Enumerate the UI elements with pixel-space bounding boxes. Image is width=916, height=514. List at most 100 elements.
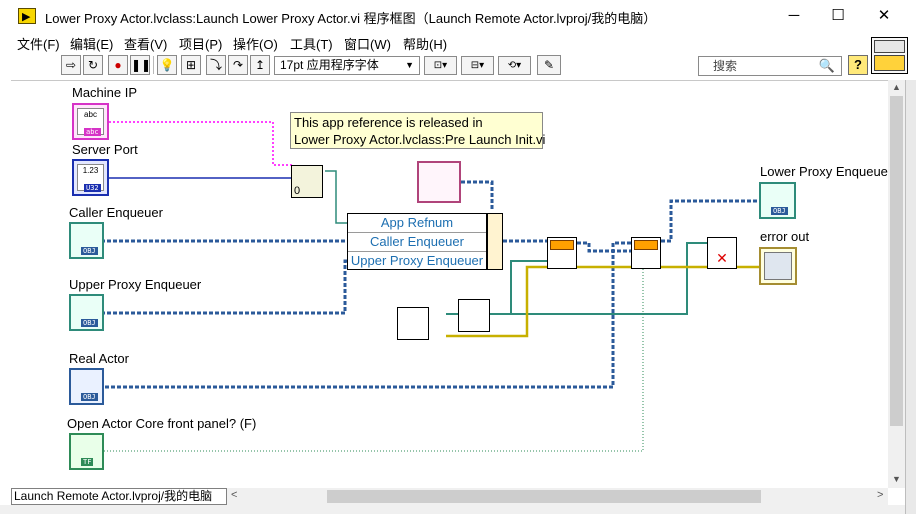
menu-bar: 文件(F) 编辑(E) 查看(V) 项目(P) 操作(O) 工具(T) 窗口(W… xyxy=(0,32,870,52)
step-into-icon[interactable]: ⤵ xyxy=(206,55,226,75)
string-glyph-text: abc xyxy=(84,110,97,119)
object-tag: OBJ xyxy=(81,393,98,401)
menu-view[interactable]: 查看(V) xyxy=(124,34,167,53)
window-bottom-border xyxy=(0,505,905,514)
font-select[interactable]: 17pt 应用程序字体 ▼ xyxy=(274,56,420,75)
cluster-constant[interactable] xyxy=(417,161,461,203)
search-input[interactable]: 搜索 🔍 xyxy=(698,56,842,76)
pause-icon[interactable]: ❚❚ xyxy=(130,55,151,75)
context-help-button[interactable]: ? xyxy=(848,55,868,75)
obtain-queue-node[interactable] xyxy=(397,307,429,340)
note-line-2: Lower Proxy Actor.lvclass:Pre Launch Ini… xyxy=(294,132,546,147)
font-select-value: 17pt 应用程序字体 xyxy=(280,58,379,72)
lower-proxy-enqueuer-indicator[interactable]: OBJ xyxy=(759,182,796,219)
open-front-panel-label: Open Actor Core front panel? (F) xyxy=(67,416,257,431)
vertical-scroll-thumb[interactable] xyxy=(890,96,903,426)
vi-icon xyxy=(871,37,908,74)
menu-edit[interactable]: 编辑(E) xyxy=(70,34,113,53)
bundle-field-caller-enqueuer: Caller Enqueuer xyxy=(348,233,486,252)
comment-note: This app reference is released in Lower … xyxy=(290,112,546,149)
menu-window[interactable]: 窗口(W) xyxy=(344,34,391,53)
reorder-dropdown[interactable]: ⟲▾ xyxy=(498,56,531,75)
real-actor-terminal[interactable]: OBJ xyxy=(69,368,104,405)
highlight-execution-icon[interactable]: 💡 xyxy=(157,55,177,75)
menu-help[interactable]: 帮助(H) xyxy=(403,34,447,53)
cluster-constant-wire xyxy=(461,180,494,211)
merge-errors-node[interactable]: ✕ xyxy=(707,237,737,269)
server-port-label: Server Port xyxy=(72,142,138,157)
step-out-icon[interactable]: ↥ xyxy=(250,55,270,75)
run-continuously-icon[interactable]: ↻ xyxy=(83,55,103,75)
menu-tools[interactable]: 工具(T) xyxy=(290,34,333,53)
object-tag: OBJ xyxy=(81,319,98,327)
vertical-scrollbar[interactable]: ▲ ▼ xyxy=(888,80,905,488)
labview-app-icon: ▶ xyxy=(18,8,36,24)
chevron-down-icon: ▼ xyxy=(405,60,414,70)
window-title: Lower Proxy Actor.lvclass:Launch Lower P… xyxy=(45,11,657,26)
machine-ip-label: Machine IP xyxy=(72,85,138,100)
toolbar-separator xyxy=(153,56,154,74)
machine-ip-terminal[interactable]: abc abc xyxy=(72,103,109,140)
clean-up-diagram-icon[interactable]: ✎ xyxy=(537,55,561,75)
vi-icon-banner xyxy=(874,40,905,53)
open-application-reference-node[interactable]: 0 xyxy=(291,165,323,198)
status-bar: Launch Remote Actor.lvproj/我的电脑 < > xyxy=(11,488,888,505)
block-diagram[interactable]: Machine IP abc abc Server Port 1.23 U32 … xyxy=(11,80,888,488)
numeric-glyph-text: 1.23 xyxy=(82,166,99,175)
search-icon: 🔍 xyxy=(818,58,835,73)
horizontal-scroll-thumb[interactable] xyxy=(327,490,761,503)
error-out-label: error out xyxy=(760,229,810,244)
boolean-tag: TF xyxy=(81,458,94,466)
maximize-button[interactable]: ☐ xyxy=(815,0,861,32)
lower-proxy-out-wire xyxy=(661,199,759,243)
bundle-field-upper-proxy-enqueuer: Upper Proxy Enqueuer xyxy=(350,253,484,268)
background-window-edge xyxy=(905,80,916,514)
string-tag: abc xyxy=(84,128,101,136)
object-tag: OBJ xyxy=(771,207,788,215)
caller-enqueuer-terminal[interactable]: OBJ xyxy=(69,222,104,259)
menu-operate[interactable]: 操作(O) xyxy=(233,34,278,53)
title-bar: ▶ Lower Proxy Actor.lvclass:Launch Lower… xyxy=(0,0,916,32)
subvi-banner xyxy=(634,240,658,250)
launch-subvi-1[interactable] xyxy=(547,237,577,269)
error-cluster-glyph xyxy=(764,252,792,280)
toolbar: ⇨ ↻ ● ❚❚ 💡 ⊞ ⤵ ↷ ↥ 17pt 应用程序字体 ▼ ⊡▾ ⊟▾ ⟲… xyxy=(0,52,870,80)
search-placeholder: 搜索 xyxy=(713,59,738,73)
object-tag: OBJ xyxy=(81,247,98,255)
run-arrow-icon[interactable]: ⇨ xyxy=(61,55,81,75)
distribute-objects-dropdown[interactable]: ⊟▾ xyxy=(461,56,494,75)
scroll-up-icon[interactable]: ▲ xyxy=(892,82,901,92)
zero-constant: 0 xyxy=(294,185,301,197)
vi-icon-glyph xyxy=(874,55,905,71)
bundle-by-name-node[interactable]: App Refnum Caller Enqueuer Upper Proxy E… xyxy=(347,213,487,270)
real-actor-label: Real Actor xyxy=(69,351,129,366)
open-front-panel-terminal[interactable]: TF xyxy=(69,433,104,470)
minimize-button[interactable]: ─ xyxy=(771,0,817,32)
caller-enqueuer-label: Caller Enqueuer xyxy=(69,205,163,220)
bundle-output-terminal xyxy=(487,213,503,270)
menu-file[interactable]: 文件(F) xyxy=(17,34,60,53)
retain-wire-values-icon[interactable]: ⊞ xyxy=(181,55,201,75)
upper-proxy-enqueuer-label: Upper Proxy Enqueuer xyxy=(69,277,202,292)
scroll-right-icon[interactable]: > xyxy=(877,489,883,501)
abort-icon[interactable]: ● xyxy=(108,55,128,75)
project-path: Launch Remote Actor.lvproj/我的电脑 xyxy=(11,488,227,505)
lower-proxy-enqueuer-label: Lower Proxy Enqueuer xyxy=(760,164,888,179)
server-port-terminal[interactable]: 1.23 U32 xyxy=(72,159,109,196)
error-out-indicator[interactable] xyxy=(759,247,797,285)
close-button[interactable]: ✕ xyxy=(861,0,907,32)
launch-subvi-2[interactable] xyxy=(631,237,661,269)
close-x-icon: ✕ xyxy=(716,250,728,266)
bundle-field-app-refnum: App Refnum xyxy=(348,214,486,233)
upper-proxy-enqueuer-terminal[interactable]: OBJ xyxy=(69,294,104,331)
app-refnum-wire xyxy=(325,170,347,224)
step-over-icon[interactable]: ↷ xyxy=(228,55,248,75)
menu-project[interactable]: 项目(P) xyxy=(179,34,222,53)
numeric-tag: U32 xyxy=(84,184,101,192)
enqueuer-subvi-node[interactable] xyxy=(458,299,490,332)
align-objects-dropdown[interactable]: ⊡▾ xyxy=(424,56,457,75)
scroll-left-icon[interactable]: < xyxy=(231,489,237,501)
subvi-banner xyxy=(550,240,574,250)
scroll-down-icon[interactable]: ▼ xyxy=(892,474,901,484)
note-line-1: This app reference is released in xyxy=(294,115,483,130)
